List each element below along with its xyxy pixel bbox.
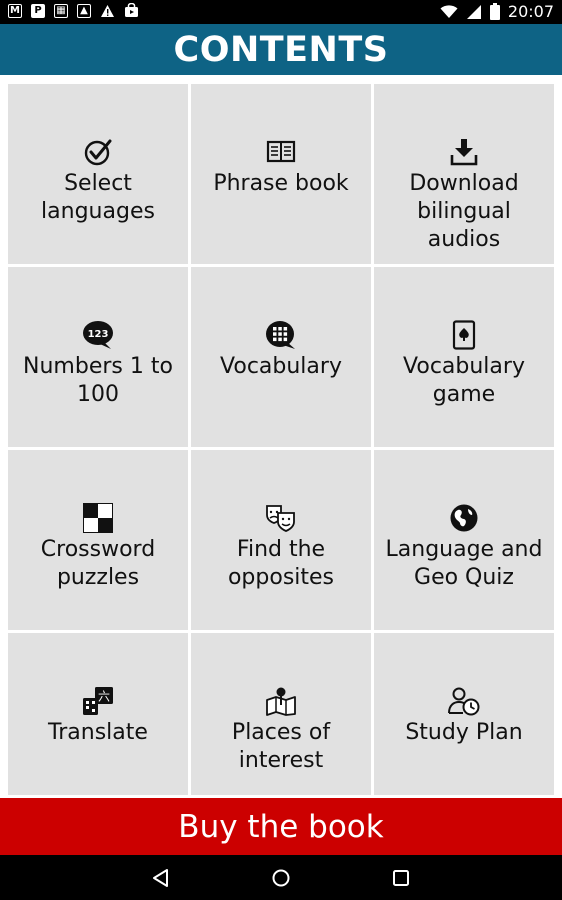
gmail-icon: M	[8, 3, 22, 18]
notification-icons: M P ▦ ▲	[8, 3, 139, 18]
svg-text:123: 123	[88, 329, 109, 340]
system-icons: 20:07	[440, 2, 554, 21]
clock-time: 20:07	[507, 2, 554, 21]
tile-label: Study Plan	[405, 720, 523, 745]
photo-icon: ▲	[77, 3, 91, 18]
tile-find-opposites[interactable]: Find the opposites	[191, 450, 371, 630]
tile-label: Crossword puzzles	[40, 537, 156, 590]
shop-icon	[125, 3, 138, 17]
tile-translate[interactable]: 六 Translate	[8, 633, 188, 795]
download-icon	[448, 136, 480, 168]
tile-label: Numbers 1 to 100	[23, 354, 173, 407]
tile-places-of-interest[interactable]: Places of interest	[191, 633, 371, 795]
recents-icon[interactable]	[390, 867, 412, 889]
globe-icon	[448, 502, 480, 534]
translate-icon: 六	[82, 685, 114, 717]
tile-label: Select languages	[41, 171, 155, 224]
page-title: CONTENTS	[0, 24, 562, 75]
signal-icon	[466, 4, 481, 19]
tile-label: Language and Geo Quiz	[385, 537, 543, 590]
wifi-icon	[440, 4, 458, 18]
theater-masks-icon	[265, 502, 297, 534]
navigation-bar	[0, 855, 562, 900]
tile-select-languages[interactable]: Select languages	[8, 84, 188, 264]
check-circle-icon	[82, 136, 114, 168]
tile-label: Find the opposites	[227, 537, 335, 590]
person-clock-icon	[448, 685, 480, 717]
numbers-bubble-icon: 123	[82, 319, 114, 351]
buy-book-button[interactable]: Buy the book	[0, 798, 562, 855]
back-icon[interactable]	[150, 867, 172, 889]
tile-phrase-book[interactable]: Phrase book	[191, 84, 371, 264]
home-icon[interactable]	[270, 867, 292, 889]
tile-vocabulary-game[interactable]: Vocabulary game	[374, 267, 554, 447]
playing-card-icon	[448, 319, 480, 351]
status-bar: M P ▦ ▲ 20:07	[0, 0, 562, 24]
tile-numbers[interactable]: 123 Numbers 1 to 100	[8, 267, 188, 447]
translate-badge-glyph: 六	[98, 690, 110, 704]
tile-geo-quiz[interactable]: Language and Geo Quiz	[374, 450, 554, 630]
warning-icon	[101, 4, 114, 17]
tile-label: Vocabulary game	[403, 354, 525, 407]
tile-label: Phrase book	[213, 171, 349, 196]
tile-study-plan[interactable]: Study Plan	[374, 633, 554, 795]
battery-icon	[489, 3, 500, 20]
parking-icon: P	[31, 3, 45, 18]
tile-download-audios[interactable]: Download bilingual audios	[374, 84, 554, 264]
tile-crossword[interactable]: Crossword puzzles	[8, 450, 188, 630]
crossword-icon	[82, 502, 114, 534]
map-pin-icon	[265, 685, 297, 717]
image-icon: ▦	[54, 3, 68, 18]
tile-label: Download bilingual audios	[409, 171, 519, 252]
tile-label: Places of interest	[231, 720, 331, 773]
tile-vocabulary[interactable]: Vocabulary	[191, 267, 371, 447]
tile-label: Vocabulary	[220, 354, 342, 379]
tile-label: Translate	[48, 720, 148, 745]
grid-bubble-icon	[265, 319, 297, 351]
open-book-icon	[265, 136, 297, 168]
contents-grid: Select languages Phrase book Download bi…	[8, 84, 554, 795]
